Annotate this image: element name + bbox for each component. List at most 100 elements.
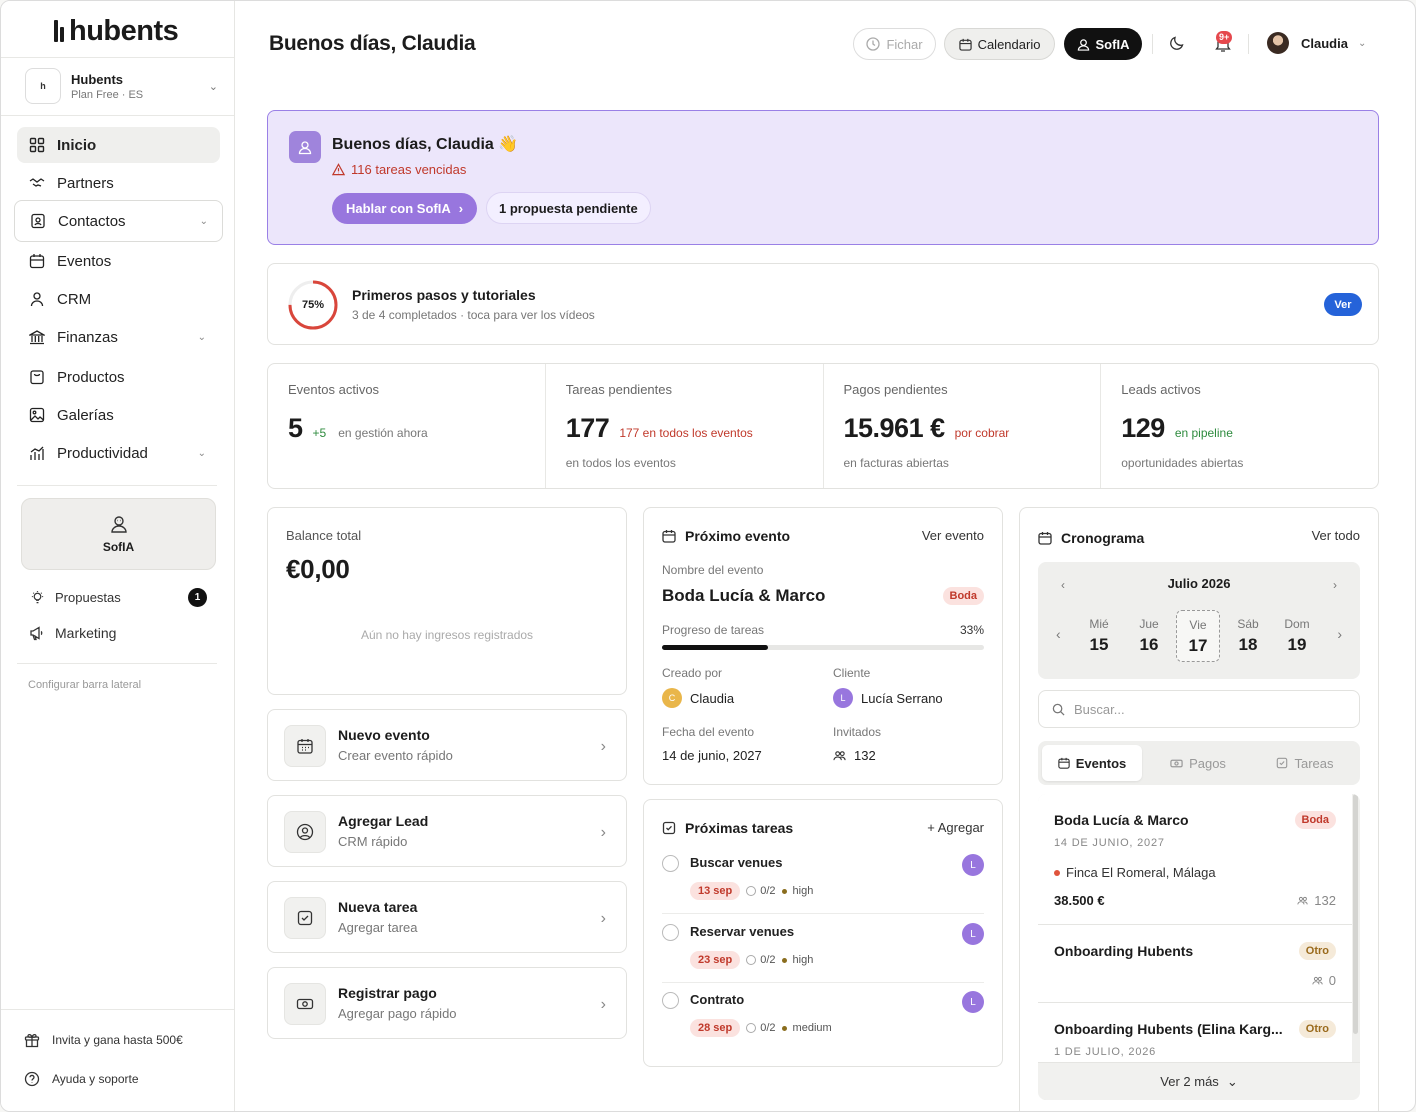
notifications-button[interactable]: 9+ — [1213, 31, 1233, 53]
event-type-badge: Otro — [1298, 942, 1336, 960]
created-by: C Claudia — [662, 688, 734, 708]
event-date: 14 de junio, 2027 — [662, 748, 762, 763]
stat-tareas-pendientes[interactable]: Tareas pendientes 177 177 en todos los ev… — [546, 364, 824, 488]
chevron-down-icon: ⌄ — [1357, 37, 1367, 49]
grid-icon — [29, 137, 45, 153]
stat-pagos-pendientes[interactable]: Pagos pendientes 15.961 € por cobrar en f… — [824, 364, 1102, 488]
sofia-card[interactable]: SofIA — [21, 498, 216, 570]
avatar: L — [962, 991, 984, 1013]
divider — [1, 1009, 234, 1010]
onboarding-steps-card[interactable]: 75% Primeros pasos y tutoriales 3 de 4 c… — [267, 263, 1379, 345]
scrollbar[interactable] — [1353, 794, 1358, 1034]
configure-sidebar-link[interactable]: Configurar barra lateral — [28, 679, 141, 691]
propuestas-label: Propuestas — [55, 590, 121, 605]
sofia-button[interactable]: SofIA — [1064, 28, 1142, 60]
sidebar-item-propuestas[interactable]: Propuestas 1 — [29, 588, 207, 607]
quick-action-agregar-lead[interactable]: Agregar Lead CRM rápido › — [267, 795, 627, 867]
sidebar-item-partners[interactable]: Partners — [17, 165, 220, 201]
tab-pagos[interactable]: Pagos — [1146, 745, 1250, 781]
calendario-button[interactable]: Calendario — [944, 28, 1055, 60]
cash-icon — [284, 983, 326, 1025]
calendar-day[interactable]: Sáb 18 — [1226, 610, 1270, 662]
next-event-header: Próximo evento — [662, 528, 790, 544]
stat-leads-activos[interactable]: Leads activos 129 en pipeline oportunidad… — [1101, 364, 1378, 488]
quick-action-nuevo-evento[interactable]: Nuevo evento Crear evento rápido › — [267, 709, 627, 781]
bag-icon — [29, 369, 45, 385]
quick-action-registrar-pago[interactable]: Registrar pago Agregar pago rápido › — [267, 967, 627, 1039]
tab-tareas[interactable]: Tareas — [1254, 745, 1356, 781]
sidebar-item-marketing[interactable]: Marketing — [29, 625, 207, 641]
list-item[interactable]: Boda Lucía & Marco Boda 14 DE JUNIO, 202… — [1038, 794, 1352, 925]
progress-ring: 75% — [287, 279, 339, 331]
sidebar-item-inicio[interactable]: Inicio — [17, 127, 220, 163]
avatar: L — [833, 688, 853, 708]
sidebar-item-contactos[interactable]: Contactos ⌄ — [14, 200, 223, 242]
people-icon — [1312, 975, 1323, 986]
help-link[interactable]: Ayuda y soporte — [23, 1070, 139, 1088]
divider — [1248, 34, 1249, 54]
divider — [1, 115, 234, 116]
sofia-avatar-icon — [289, 131, 321, 163]
sidebar-item-label: Contactos — [58, 212, 126, 230]
moon-icon[interactable] — [1169, 35, 1185, 51]
sidebar-item-label: Inicio — [57, 136, 97, 154]
stat-eventos-activos[interactable]: Eventos activos 5 +5 en gestión ahora — [268, 364, 546, 488]
task-checkbox[interactable] — [662, 855, 679, 872]
show-more-button[interactable]: Ver 2 más ⌄ — [1038, 1062, 1360, 1100]
chevron-down-icon: ⌄ — [208, 80, 218, 93]
chevron-right-icon: › — [600, 996, 606, 1013]
guests-count: 132 — [833, 748, 876, 763]
prev-week-button[interactable]: ‹ — [1056, 626, 1061, 642]
sidebar-item-productos[interactable]: Productos — [17, 359, 220, 395]
sidebar-item-crm[interactable]: CRM — [17, 281, 220, 317]
task-row[interactable]: Reservar venues L 23 sep 0/2 high — [662, 915, 984, 983]
divider — [1152, 34, 1153, 54]
workspace-switcher[interactable]: h Hubents Plan Free · ES ⌄ — [25, 68, 218, 104]
calendar-day[interactable]: Dom 19 — [1275, 610, 1319, 662]
talk-to-sofia-button[interactable]: Hablar con SofIA › — [332, 193, 478, 224]
sidebar-item-eventos[interactable]: Eventos — [17, 243, 220, 279]
next-week-button[interactable]: › — [1337, 626, 1342, 642]
calendar-day[interactable]: Mié 15 — [1077, 610, 1121, 662]
tab-eventos[interactable]: Eventos — [1042, 745, 1142, 781]
workspace-name: Hubents — [71, 71, 123, 87]
task-row[interactable]: Buscar venues L 13 sep 0/2 high — [662, 846, 984, 914]
search-input[interactable]: Buscar... — [1074, 702, 1125, 717]
ver-button[interactable]: Ver — [1324, 293, 1362, 316]
schedule-header: Cronograma — [1038, 530, 1144, 546]
sidebar-item-finanzas[interactable]: Finanzas ⌄ — [17, 319, 220, 355]
sofia-icon — [1077, 38, 1090, 51]
brand-logo[interactable]: hubents — [53, 15, 179, 48]
clock-icon — [866, 37, 881, 51]
event-amount: 38.500 € — [1054, 893, 1105, 908]
task-progress-fill — [662, 645, 769, 650]
fichar-button[interactable]: Fichar — [853, 28, 936, 60]
sofia-label: SofIA — [102, 540, 135, 554]
task-row[interactable]: Contrato L 28 sep 0/2 medium — [662, 983, 984, 1051]
task-checkbox[interactable] — [662, 924, 679, 941]
sidebar-item-galerias[interactable]: Galerías — [17, 397, 220, 433]
task-checkbox[interactable] — [662, 992, 679, 1009]
schedule-search[interactable]: Buscar... — [1038, 690, 1360, 728]
add-task-button[interactable]: + Agregar — [927, 820, 984, 835]
fichar-label: Fichar — [886, 36, 923, 52]
user-menu[interactable]: Claudia ⌄ — [1267, 32, 1366, 54]
user-icon — [29, 291, 45, 307]
calendar-day[interactable]: Jue 16 — [1127, 610, 1171, 662]
check-square-icon — [662, 821, 676, 835]
view-event-link[interactable]: Ver evento — [922, 528, 984, 543]
welcome-banner: Buenos días, Claudia 👋 116 tareas vencid… — [267, 110, 1379, 245]
pending-proposal-button[interactable]: 1 propuesta pendiente — [486, 192, 651, 224]
sidebar-item-productividad[interactable]: Productividad ⌄ — [17, 435, 220, 471]
quick-action-nueva-tarea[interactable]: Nueva tarea Agregar tarea › — [267, 881, 627, 953]
invite-link[interactable]: Invita y gana hasta 500€ — [23, 1031, 183, 1049]
people-icon — [833, 749, 846, 762]
client: L Lucía Serrano — [833, 688, 943, 708]
avatar — [1267, 32, 1289, 54]
calendar-day-selected[interactable]: Vie 17 — [1176, 610, 1220, 662]
avatar: L — [962, 854, 984, 876]
view-all-link[interactable]: Ver todo — [1312, 528, 1360, 543]
list-item[interactable]: Onboarding Hubents Otro 0 — [1038, 925, 1352, 1003]
chevron-right-icon: › — [600, 910, 606, 927]
next-month-button[interactable]: › — [1333, 578, 1337, 592]
